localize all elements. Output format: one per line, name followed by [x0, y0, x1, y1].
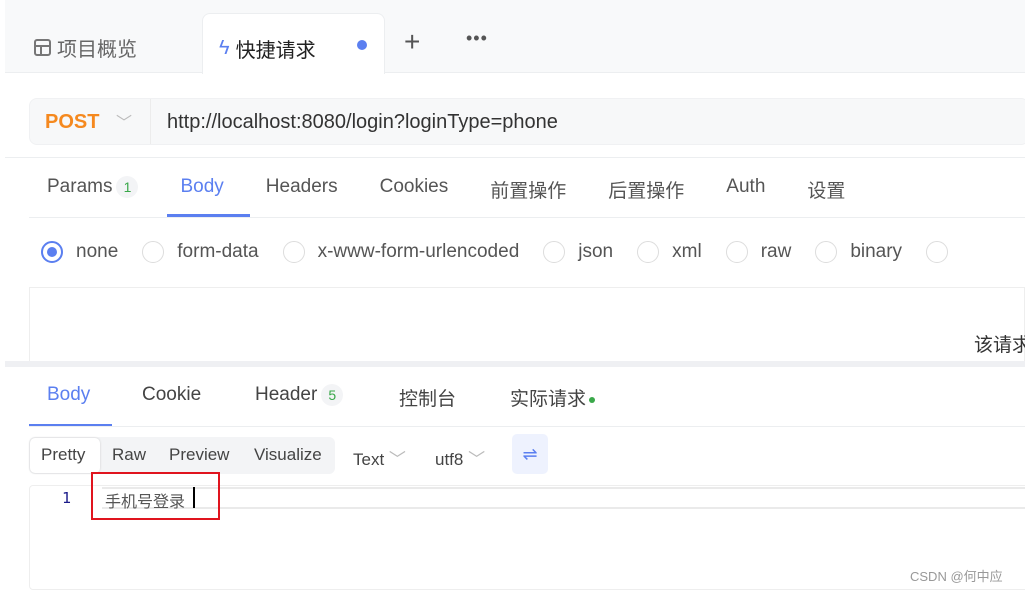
- line-number: 1: [62, 489, 72, 507]
- tab-auth[interactable]: Auth: [726, 176, 765, 203]
- request-tabs: Params 1 Body Headers Cookies 前置操作 后置操作 A…: [47, 176, 845, 203]
- watermark: CSDN @何中应: [910, 569, 1003, 584]
- response-tab-cookie[interactable]: Cookie: [142, 384, 201, 406]
- view-visualize[interactable]: Visualize: [254, 445, 322, 465]
- tab-pre-ops[interactable]: 前置操作: [490, 176, 566, 203]
- response-tab-console[interactable]: 控制台: [399, 384, 456, 411]
- radio-binary[interactable]: binary: [815, 241, 902, 263]
- wrap-lines-icon[interactable]: ⇌: [512, 434, 548, 474]
- highlight-box: [91, 472, 220, 520]
- active-line: [102, 487, 1025, 509]
- tab-project-overview[interactable]: 项目概览: [34, 33, 137, 62]
- radio-urlencoded[interactable]: x-www-form-urlencoded: [282, 241, 519, 263]
- format-select[interactable]: Text ﹀: [353, 445, 406, 470]
- chevron-down-icon: ﹀: [384, 450, 406, 469]
- url-input[interactable]: http://localhost:8080/login?loginType=ph…: [167, 111, 558, 134]
- body-type-radios: none form-data x-www-form-urlencoded jso…: [41, 241, 961, 263]
- pane-resizer[interactable]: [5, 361, 1025, 367]
- radio-form-data[interactable]: form-data: [142, 241, 259, 263]
- tab-body[interactable]: Body: [180, 176, 223, 203]
- response-tab-actual-request[interactable]: 实际请求: [510, 384, 596, 411]
- radio-json[interactable]: json: [543, 241, 613, 263]
- url-bar: POST ﹀ http://localhost:8080/login?login…: [29, 98, 1025, 145]
- view-mode-segmented: Pretty Raw Preview Visualize: [29, 437, 335, 474]
- chevron-down-icon[interactable]: ﹀: [116, 109, 132, 133]
- view-raw[interactable]: Raw: [112, 445, 146, 465]
- tab-label: 快捷请求: [235, 40, 316, 62]
- tab-label: 项目概览: [57, 39, 137, 61]
- tab-headers[interactable]: Headers: [266, 176, 338, 203]
- encoding-select[interactable]: utf8 ﹀: [435, 445, 485, 470]
- layout-icon: [34, 39, 51, 56]
- response-tab-body[interactable]: Body: [47, 384, 90, 406]
- tab-settings[interactable]: 设置: [807, 176, 845, 203]
- unsaved-dot: [357, 40, 367, 50]
- tab-params[interactable]: Params 1: [47, 176, 139, 203]
- add-tab-button[interactable]: +: [404, 26, 420, 58]
- tab-cookies[interactable]: Cookies: [380, 176, 449, 203]
- lightning-icon: ϟ: [219, 37, 230, 59]
- tab-post-ops[interactable]: 后置操作: [608, 176, 684, 203]
- tab-bar: [5, 0, 1025, 73]
- method-select[interactable]: POST: [45, 111, 99, 134]
- tab-quick-request[interactable]: ϟ 快捷请求: [202, 13, 385, 74]
- more-icon[interactable]: •••: [466, 28, 488, 49]
- view-preview[interactable]: Preview: [169, 445, 229, 465]
- radio-xml[interactable]: xml: [637, 241, 702, 263]
- view-pretty[interactable]: Pretty: [41, 445, 85, 465]
- radio-none[interactable]: none: [41, 241, 118, 263]
- response-tab-header[interactable]: Header 5: [255, 384, 344, 406]
- chevron-down-icon: ﹀: [463, 450, 486, 469]
- radio-raw[interactable]: raw: [725, 241, 791, 263]
- empty-body-text: 该请求: [974, 335, 1025, 356]
